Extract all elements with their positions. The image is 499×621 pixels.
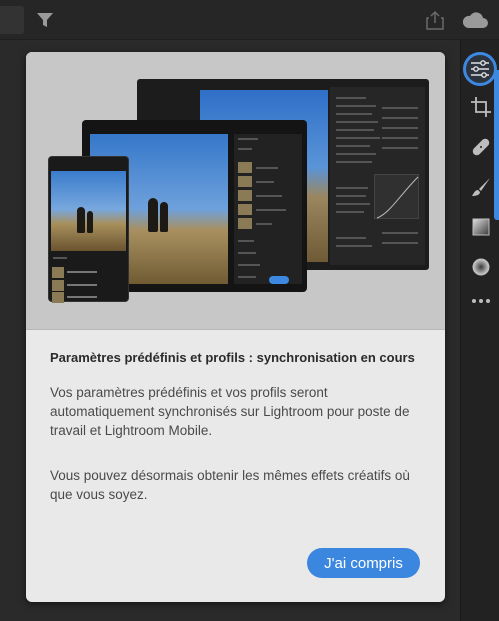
linear-gradient-icon[interactable] [466,212,496,242]
back-area[interactable] [0,6,24,34]
top-toolbar [0,0,499,40]
got-it-button[interactable]: J'ai compris [307,548,420,578]
dialog-title: Paramètres prédéfinis et profils : synch… [50,350,415,365]
healing-icon[interactable] [466,132,496,162]
hero-divider [26,329,445,330]
phone-photo [51,171,126,251]
dialog-paragraph-creative: Vous pouvez désormais obtenir les mêmes … [50,468,410,502]
panel-edge-tab[interactable] [494,70,499,220]
tablet-presets-panel [234,134,302,284]
tablet-ok-mockup [269,276,289,284]
crop-rotate-icon[interactable] [466,92,496,122]
radial-gradient-icon[interactable] [466,252,496,282]
share-icon[interactable] [426,10,444,30]
more-icon[interactable] [466,286,496,316]
brush-icon[interactable] [466,172,496,202]
devices-illustration [26,52,445,329]
cloud-icon[interactable] [461,10,489,30]
phone-mockup [48,156,129,303]
tone-curve-mockup [374,174,419,219]
dialog-paragraph-sync: Vos paramètres prédéfinis et vos profils… [50,385,410,438]
sync-presets-dialog: Paramètres prédéfinis et profils : synch… [26,52,445,602]
adjustments-icon[interactable] [463,52,497,86]
filter-icon[interactable] [36,11,54,29]
